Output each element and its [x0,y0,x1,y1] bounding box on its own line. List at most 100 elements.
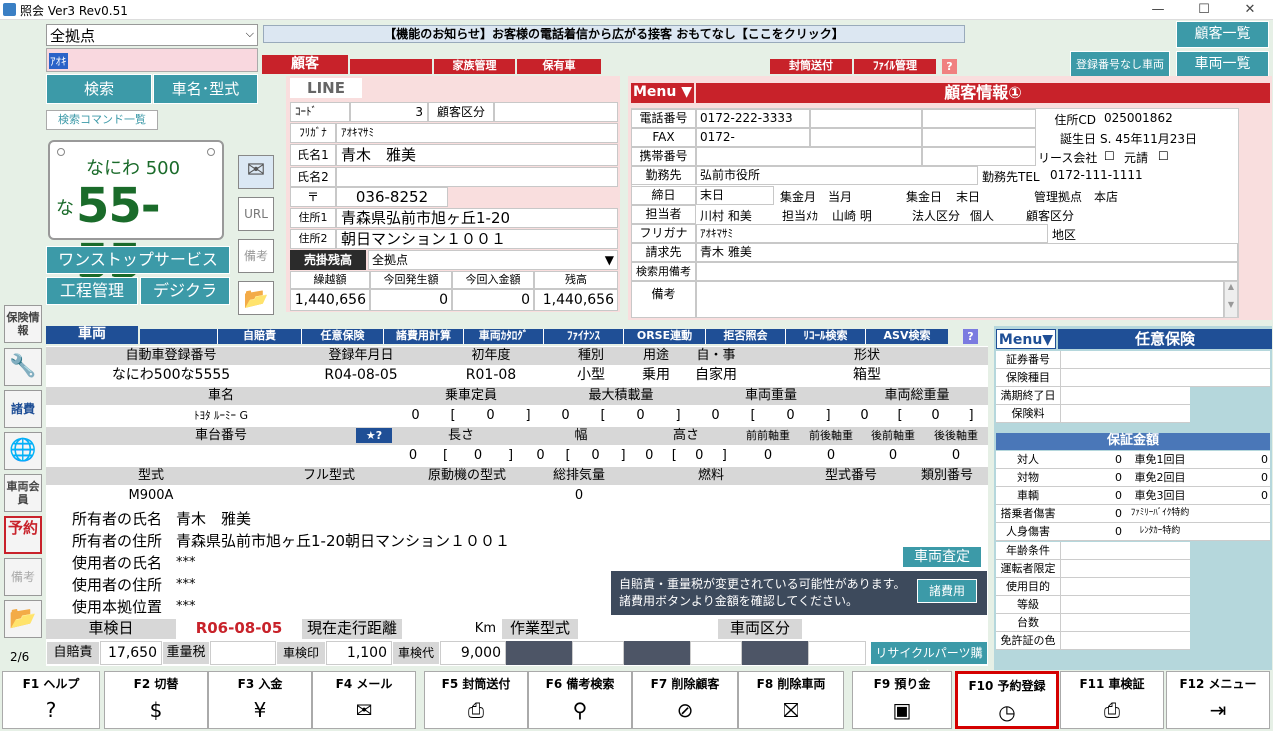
fax-field[interactable]: 0172- [696,128,810,147]
no-reg-vehicle-button[interactable]: 登録番号なし車両 [1070,51,1170,78]
reg-number[interactable]: なにわ500な5555 [46,366,296,385]
fax-extra[interactable] [810,128,922,147]
chassis-number[interactable] [46,446,396,465]
tab-owned-car[interactable]: 保有車 [517,59,601,74]
url-button[interactable]: URL [238,197,274,231]
tab-reject-inquiry[interactable]: 拒否照会 [706,329,786,344]
search-command-list-button[interactable]: 検索コマンド一覧 [46,110,158,130]
fax-extra2[interactable] [922,128,1036,147]
f4-mail-button[interactable]: F4 メール ✉ [312,671,416,729]
folder-icon[interactable]: 📂 [238,281,274,315]
category-field[interactable] [494,102,618,122]
engine-model[interactable] [402,486,532,505]
f7-deleted-customer-button[interactable]: F7 削除顧客 ⊘ [632,671,738,729]
capacity-pair[interactable]: 0[0] [396,406,546,425]
vehicle-help-icon[interactable]: ? [963,329,978,344]
first-year[interactable]: R01-08 [426,366,556,385]
displacement[interactable]: 0 [532,486,626,505]
insurance-menu-button[interactable]: Menu▼ [996,329,1056,349]
vehicle-shape[interactable]: 箱型 [746,366,988,385]
gross-weight-pair[interactable]: 0[0] [846,406,988,425]
phone-extra[interactable] [810,109,922,128]
premium-field[interactable] [1060,405,1190,422]
memo-side-icon[interactable]: 備考 [4,558,42,596]
memo-field[interactable] [696,281,1224,318]
addr2-field[interactable]: 朝日マンション１００１ [336,229,618,249]
axle-rf[interactable]: 0 [862,446,924,465]
onestop-service-button[interactable]: ワンストップサービス [46,246,230,274]
close-button[interactable]: ✕ [1227,0,1273,20]
weight-tax-amount[interactable] [210,641,276,665]
fees-icon[interactable]: 諸費 [4,390,42,428]
deductible-value[interactable]: 0 [1196,451,1270,468]
axle-rr[interactable]: 0 [924,446,988,465]
height-pair[interactable]: 0[0] [636,446,736,465]
close-day-field[interactable]: 末日 [696,186,774,205]
mail-icon[interactable]: ✉ [238,155,274,189]
name1-field[interactable]: 青木 雅美 [336,144,618,166]
tab-voluntary-insurance[interactable]: 任意保険 [302,329,384,344]
addr1-field[interactable]: 青森県弘前市旭ヶ丘1-20 [336,208,618,228]
minimize-button[interactable]: — [1135,0,1181,20]
fee-field[interactable] [808,641,866,665]
info-menu-button[interactable]: Menu ▼ [631,83,694,103]
folder-side-icon[interactable]: 📂 [4,600,42,638]
maximize-button[interactable]: ☐ [1181,0,1227,20]
owner-name[interactable]: 青木 雅美 [176,508,251,530]
vehicle-member-icon[interactable]: 車両会員 [4,474,42,512]
deductible-value[interactable]: 0 [1196,469,1270,486]
tab-family[interactable]: 家族管理 [434,59,515,74]
fee-field[interactable] [690,641,742,665]
process-management-button[interactable]: 工程管理 [46,277,138,305]
info-furigana-field[interactable]: ｱｵｷﾏｻﾐ [696,224,1048,243]
vehicle-appraisal-button[interactable]: 車両査定 [902,546,982,568]
search-input[interactable]: ｱｵｷ [46,48,258,72]
insurance-kind-field[interactable] [1060,369,1270,386]
model-search-button[interactable]: 車名･型式 [153,74,258,104]
customer-list-button[interactable]: 顧客一覧 [1176,21,1269,48]
use-purpose-field[interactable] [1060,578,1190,595]
private-business[interactable]: 自家用 [686,366,746,385]
axle-fr[interactable]: 0 [800,446,862,465]
help-icon[interactable]: ? [942,59,957,74]
search-button[interactable]: 検索 [46,74,152,104]
tab-blank[interactable] [350,59,432,74]
tab-finance[interactable]: ﾌｧｲﾅﾝｽ [544,329,624,344]
car-name[interactable]: ﾄﾖﾀ ﾙｰﾐｰ G [46,406,396,425]
f2-switch-button[interactable]: F2 切替 $ [104,671,208,729]
globe-icon[interactable]: 🌐 [4,432,42,470]
guarantee-value[interactable]: 0 [1060,451,1124,468]
policy-number-field[interactable] [1060,351,1270,368]
work-model-field[interactable] [578,619,718,639]
model[interactable]: M900A [46,486,256,505]
user-addr[interactable]: *** [176,574,196,596]
length-pair[interactable]: 0[0] [396,446,526,465]
phone-field[interactable]: 0172-222-3333 [696,109,810,128]
model-number[interactable] [796,486,906,505]
phone-extra2[interactable] [922,109,1036,128]
f6-memo-search-button[interactable]: F6 備考検索 ⚲ [528,671,632,729]
base-pos[interactable]: *** [176,596,196,618]
recycle-parts-button[interactable]: リサイクルパーツ購入 [870,641,988,682]
driver-limit-field[interactable] [1060,560,1190,577]
mobile-field[interactable] [696,147,922,166]
max-load-pair[interactable]: 0[0] [546,406,696,425]
f5-envelope-button[interactable]: F5 封筒送付 ⎙ [424,671,528,729]
memo-scrollbar[interactable]: ▲ ▼ [1224,281,1238,318]
guarantee-value[interactable]: 0 [1060,469,1124,486]
tab-fee-calc[interactable]: 諸費用計算 [384,329,464,344]
license-color-field[interactable] [1060,632,1190,649]
fuel[interactable] [626,486,796,505]
code-field[interactable]: 3 [350,102,428,122]
full-model[interactable] [256,486,402,505]
guarantee-value[interactable]: 0 [1060,505,1124,522]
memo-button[interactable]: 備考 [238,239,274,273]
line-badge[interactable]: LINE [290,78,362,98]
axle-ff[interactable]: 0 [736,446,800,465]
lease-checkbox[interactable]: ☐ [1104,149,1115,163]
tab-vehicle[interactable]: 車両 [46,326,138,344]
work-field[interactable]: 弘前市役所 [696,166,978,185]
search-memo-field[interactable] [696,262,1238,281]
vehicle-category-field[interactable] [802,619,988,639]
vehicle-list-button[interactable]: 車両一覧 [1176,51,1269,78]
